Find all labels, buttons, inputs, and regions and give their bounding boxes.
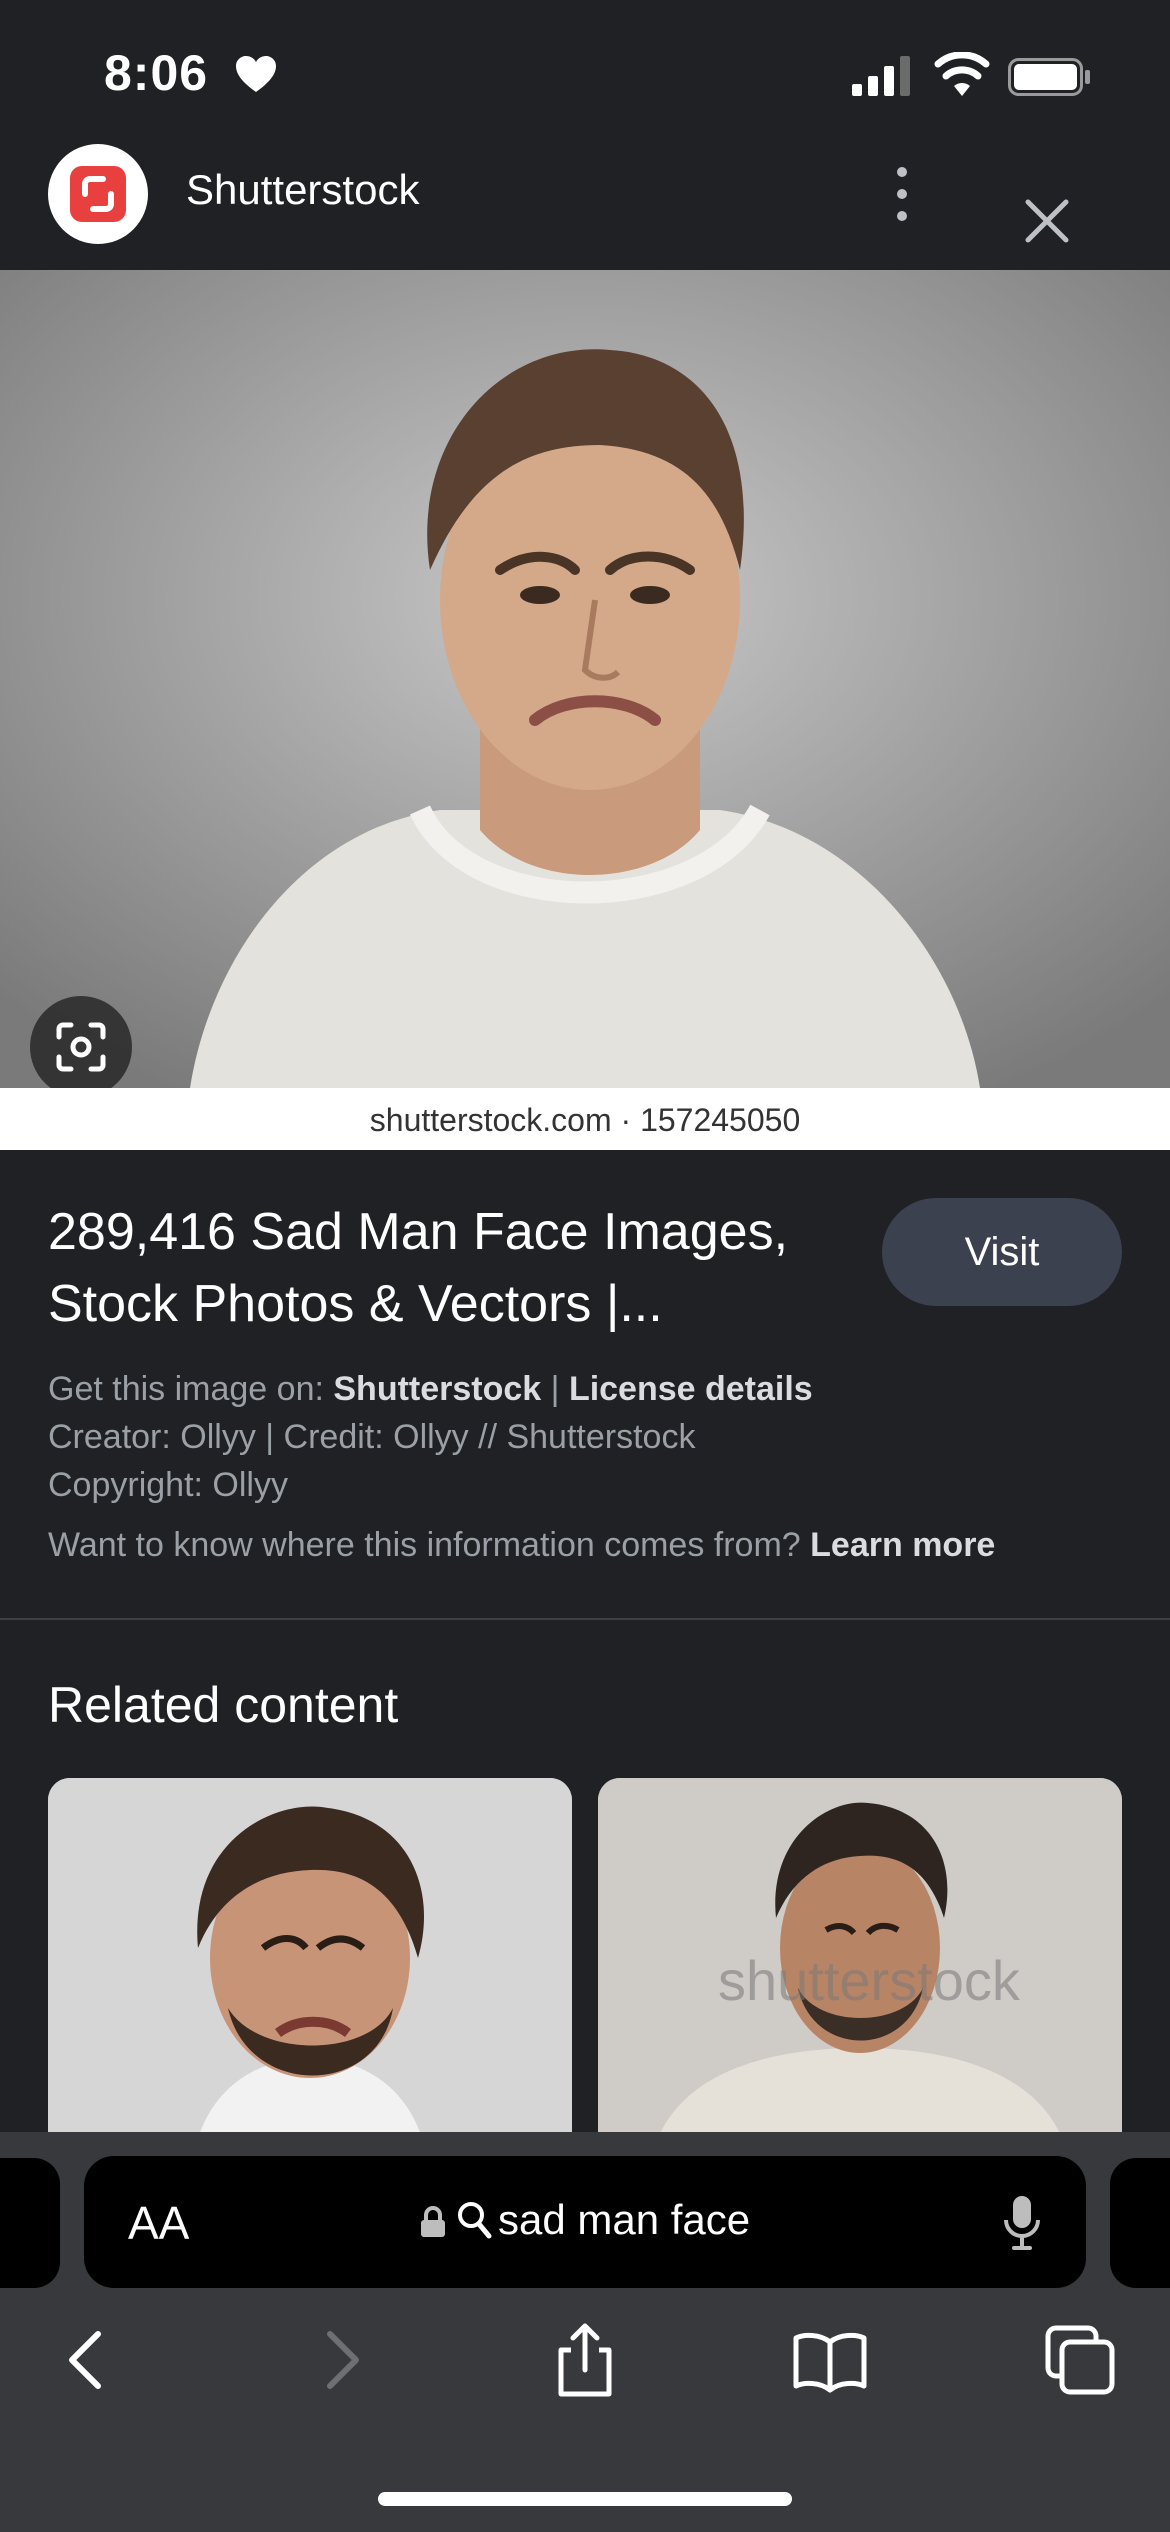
cellular-signal-icon	[852, 56, 910, 96]
info-question: Want to know where this information come…	[48, 1526, 811, 1564]
tabs-icon[interactable]	[1040, 2320, 1120, 2400]
result-image[interactable]	[0, 270, 1170, 1088]
share-icon[interactable]	[545, 2320, 625, 2400]
result-title[interactable]: 289,416 Sad Man Face Images, Stock Photo…	[48, 1196, 838, 1340]
lock-icon	[421, 2206, 445, 2237]
result-header: Shutterstock	[0, 140, 1170, 270]
previous-tab-peek[interactable]	[0, 2158, 60, 2288]
site-name[interactable]: Shutterstock	[186, 166, 419, 214]
text-size-button[interactable]: AA	[128, 2196, 189, 2250]
image-source-prefix: Get this image on:	[48, 1370, 334, 1408]
forward-icon[interactable]	[300, 2320, 380, 2400]
home-indicator[interactable]	[378, 2492, 792, 2506]
bookmarks-icon[interactable]	[790, 2320, 870, 2400]
image-source-line: Get this image on: Shutterstock | Licens…	[48, 1370, 813, 1409]
watermark: shutterstock	[718, 1949, 1020, 2012]
search-icon	[458, 2202, 492, 2239]
related-card[interactable]	[48, 1778, 572, 2138]
next-tab-peek[interactable]	[1110, 2158, 1170, 2288]
related-content-title: Related content	[48, 1677, 399, 1733]
copyright-line: Copyright: Ollyy	[48, 1466, 288, 1504]
shutterstock-logo[interactable]	[48, 144, 148, 244]
heart-icon	[236, 56, 276, 92]
search-query[interactable]: sad man face	[498, 2196, 750, 2244]
text-size-label: AA	[128, 2197, 190, 2249]
microphone-icon[interactable]	[1002, 2194, 1042, 2252]
lens-icon	[56, 1022, 106, 1072]
creator-line: Creator: Ollyy | Credit: Ollyy // Shutte…	[48, 1418, 696, 1456]
back-icon[interactable]	[48, 2320, 128, 2400]
image-source-link[interactable]: Shutterstock	[333, 1370, 541, 1408]
wifi-icon	[934, 52, 990, 96]
status-bar: 8:06	[0, 0, 1170, 140]
license-details-link[interactable]: License details	[569, 1370, 813, 1408]
info-source-line: Want to know where this information come…	[48, 1526, 995, 1565]
close-icon[interactable]	[1020, 194, 1074, 248]
address-bar[interactable]: AA sad man face	[84, 2156, 1086, 2288]
lens-button[interactable]	[30, 996, 132, 1098]
divider	[0, 1618, 1170, 1620]
more-vert-icon[interactable]	[880, 160, 924, 230]
learn-more-link[interactable]: Learn more	[810, 1526, 995, 1564]
image-caption-bar: shutterstock.com · 157245050	[0, 1088, 1170, 1150]
battery-icon	[1008, 58, 1090, 96]
visit-button[interactable]: Visit	[882, 1198, 1122, 1306]
image-caption: shutterstock.com · 157245050	[369, 1102, 801, 1138]
separator: |	[541, 1370, 569, 1408]
related-card[interactable]: shutterstock	[598, 1778, 1122, 2138]
status-time: 8:06	[104, 45, 209, 101]
